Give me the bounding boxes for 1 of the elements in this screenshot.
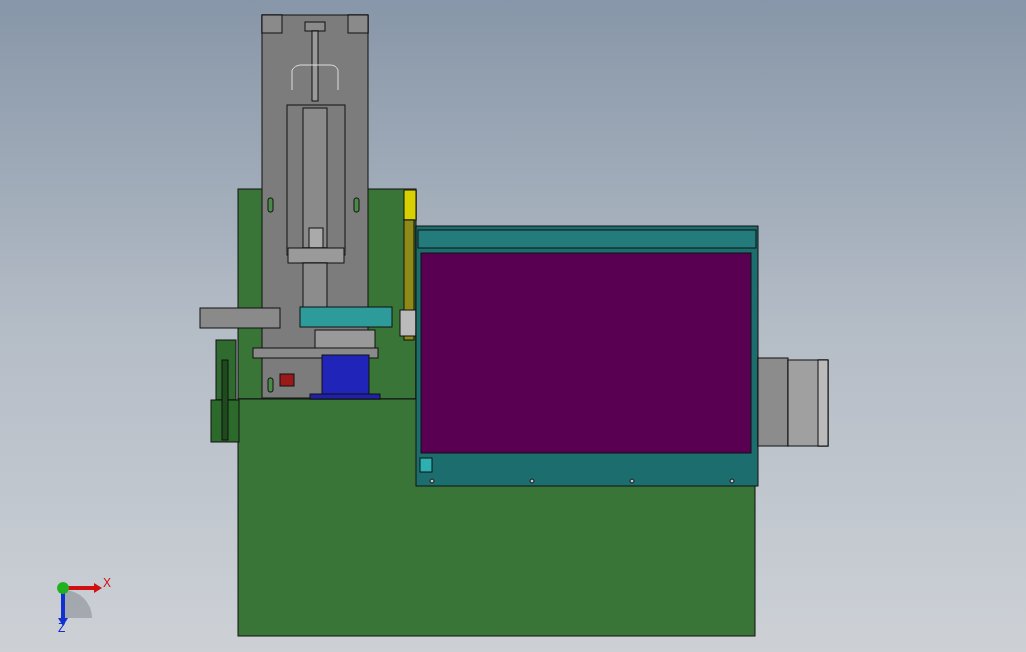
- x-axis-label: X: [103, 576, 111, 590]
